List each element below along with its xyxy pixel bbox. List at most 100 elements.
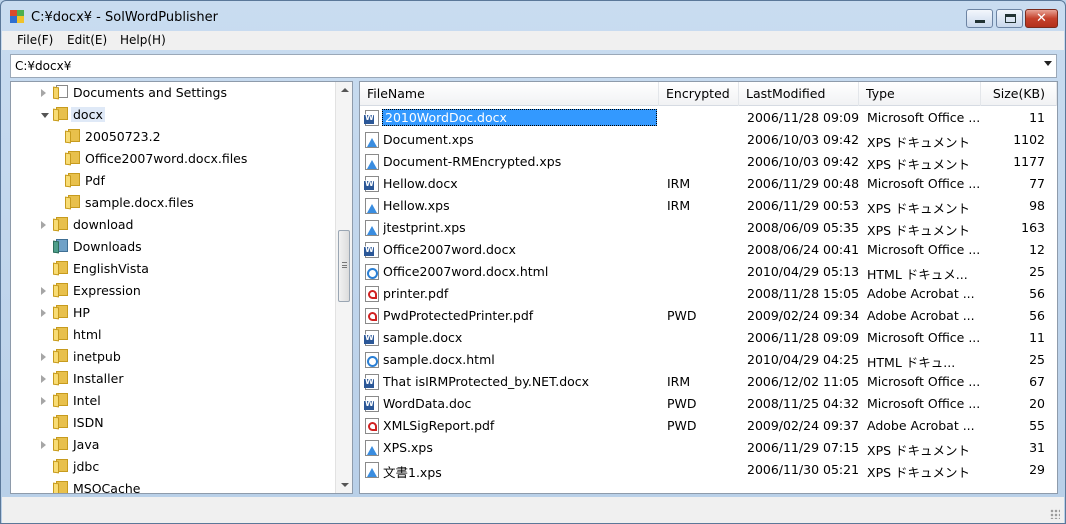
tree-item[interactable]: MSOCache	[41, 478, 331, 493]
word-doc-icon	[364, 242, 379, 258]
tree-item-label: Expression	[73, 283, 141, 298]
menu-edit[interactable]: Edit(E)	[64, 32, 110, 48]
scroll-thumb[interactable]	[338, 230, 350, 302]
collapsed-arrow-icon[interactable]	[41, 221, 46, 229]
tree-item[interactable]: download	[41, 214, 331, 236]
table-row[interactable]: sample.docx 2006/11/28 09:09 Microsoft Off…	[360, 327, 1057, 349]
tree-item[interactable]: Office2007word.docx.files	[53, 148, 331, 170]
tree-item[interactable]: Downloads	[41, 236, 331, 258]
maximize-button[interactable]	[996, 9, 1023, 28]
tree-item[interactable]: docx	[41, 104, 331, 126]
html-doc-icon	[365, 352, 379, 368]
close-button[interactable]: ✕	[1025, 9, 1058, 28]
file-name-cell: 2010WordDoc.docx	[382, 109, 657, 126]
table-row[interactable]: sample.docx.html 2010/04/29 04:25 HTML ドキュ…	[360, 349, 1057, 371]
expanded-arrow-icon[interactable]	[41, 113, 49, 118]
folder-tree[interactable]: MSOCache jdbc Java ISDN Intel Installer inetpu…	[10, 81, 353, 494]
file-name-cell: 文書1.xps	[383, 465, 442, 480]
tree-item[interactable]: 20050723.2	[53, 126, 331, 148]
table-row[interactable]: Office2007word.docx.html 2010/04/29 05:13…	[360, 261, 1057, 283]
tree-item[interactable]: EnglishVista	[41, 258, 331, 280]
size-cell: 163	[1021, 220, 1045, 235]
collapsed-arrow-icon[interactable]	[41, 397, 46, 405]
tree-scrollbar[interactable]	[335, 82, 352, 493]
tree-item[interactable]: Java	[41, 434, 331, 456]
resize-grip-icon[interactable]	[1050, 509, 1060, 519]
menu-help[interactable]: Help(H)	[117, 32, 169, 48]
tree-item-label: EnglishVista	[73, 261, 149, 276]
menu-file[interactable]: File(F)	[14, 32, 56, 48]
scroll-up-icon[interactable]	[341, 88, 349, 92]
collapsed-arrow-icon[interactable]	[41, 287, 46, 295]
table-row[interactable]: Office2007word.docx 2008/06/24 00:41 Micro…	[360, 239, 1057, 261]
table-row[interactable]: jtestprint.xps 2008/06/09 05:35 XPS ドキュメント…	[360, 217, 1057, 239]
file-name-cell: That isIRMProtected_by.NET.docx	[383, 374, 590, 389]
collapsed-arrow-icon[interactable]	[41, 89, 46, 97]
type-cell: XPS ドキュメント	[867, 443, 971, 458]
last-modified-cell: 2006/11/28 09:09	[747, 110, 860, 125]
tree-item[interactable]: Expression	[41, 280, 331, 302]
tree-item[interactable]: Documents and Settings	[41, 82, 331, 104]
folder-icon	[65, 195, 80, 210]
collapsed-arrow-icon[interactable]	[41, 309, 46, 317]
table-row[interactable]: PwdProtectedPrinter.pdf PWD 2009/02/24 09:…	[360, 305, 1057, 327]
minimize-button[interactable]	[966, 9, 993, 28]
chevron-down-icon[interactable]	[1044, 61, 1052, 66]
tree-item[interactable]: Intel	[41, 390, 331, 412]
table-row[interactable]: Hellow.xps IRM 2006/11/29 00:53 XPS ドキュメント 9…	[360, 195, 1057, 217]
file-name-cell: Hellow.docx	[383, 176, 458, 191]
column-header-encrypted[interactable]: Encrypted	[659, 82, 739, 106]
size-cell: 12	[1029, 242, 1045, 257]
tree-item[interactable]: ISDN	[41, 412, 331, 434]
scroll-down-icon[interactable]	[341, 483, 349, 487]
table-row[interactable]: WordData.doc PWD 2008/11/25 04:32 Microsoft…	[360, 393, 1057, 415]
html-doc-icon	[365, 264, 379, 280]
tree-item[interactable]: sample.docx.files	[53, 192, 331, 214]
table-row[interactable]: That isIRMProtected_by.NET.docx IRM 2006/1…	[360, 371, 1057, 393]
column-header-type[interactable]: Type	[859, 82, 981, 106]
folder-icon	[53, 217, 68, 232]
table-row[interactable]: Document-RMEncrypted.xps 2006/10/03 09:42…	[360, 151, 1057, 173]
file-name-cell: Office2007word.docx	[383, 242, 516, 257]
tree-item-label: html	[73, 327, 102, 342]
table-row[interactable]: XMLSigReport.pdf PWD 2009/02/24 09:37 Adobe…	[360, 415, 1057, 437]
close-icon: ✕	[1036, 11, 1047, 26]
table-row[interactable]: XPS.xps 2006/11/29 07:15 XPS ドキュメント 31	[360, 437, 1057, 459]
size-cell: 25	[1029, 264, 1045, 279]
column-header-lastmodified[interactable]: LastModified	[739, 82, 859, 106]
tree-item[interactable]: HP	[41, 302, 331, 324]
size-cell: 20	[1029, 396, 1045, 411]
tree-item[interactable]: inetpub	[41, 346, 331, 368]
type-cell: XPS ドキュメント	[867, 223, 971, 238]
size-cell: 25	[1029, 352, 1045, 367]
table-row[interactable]: Document.xps 2006/10/03 09:42 XPS ドキュメント 11…	[360, 129, 1057, 151]
folder-icon	[53, 393, 68, 408]
last-modified-cell: 2006/11/28 09:09	[747, 330, 860, 345]
file-name-cell: jtestprint.xps	[383, 220, 466, 235]
file-list[interactable]: FileName Encrypted LastModified Type Siz…	[359, 81, 1058, 494]
column-header-size[interactable]: Size(KB)	[981, 82, 1057, 106]
collapsed-arrow-icon[interactable]	[41, 441, 46, 449]
column-header-filename[interactable]: FileName	[360, 82, 659, 106]
tree-item[interactable]: Pdf	[53, 170, 331, 192]
last-modified-cell: 2006/11/29 00:48	[747, 176, 860, 191]
xps-doc-icon	[365, 154, 379, 170]
tree-item[interactable]: Installer	[41, 368, 331, 390]
tree-item-label: Pdf	[85, 173, 105, 188]
file-list-header: FileName Encrypted LastModified Type Siz…	[360, 82, 1057, 106]
collapsed-arrow-icon[interactable]	[41, 375, 46, 383]
table-row[interactable]: printer.pdf 2008/11/28 15:05 Adobe Acrobat…	[360, 283, 1057, 305]
collapsed-arrow-icon[interactable]	[41, 353, 46, 361]
table-row[interactable]: 2010WordDoc.docx 2006/11/28 09:09 Microsof…	[360, 107, 1057, 129]
folder-icon	[53, 349, 68, 364]
path-combobox[interactable]: C:¥docx¥	[10, 54, 1057, 78]
tree-item[interactable]: html	[41, 324, 331, 346]
folder-icon	[53, 107, 68, 122]
folder-icon	[65, 151, 80, 166]
tree-item[interactable]: jdbc	[41, 456, 331, 478]
encrypted-cell: PWD	[667, 396, 697, 411]
table-row[interactable]: Hellow.docx IRM 2006/11/29 00:48 Microsoft …	[360, 173, 1057, 195]
title-bar[interactable]: C:¥docx¥ - SolWordPublisher ✕	[1, 1, 1065, 31]
last-modified-cell: 2006/10/03 09:42	[747, 154, 860, 169]
table-row[interactable]: 文書1.xps 2006/11/30 05:21 XPS ドキュメント 29	[360, 459, 1057, 481]
